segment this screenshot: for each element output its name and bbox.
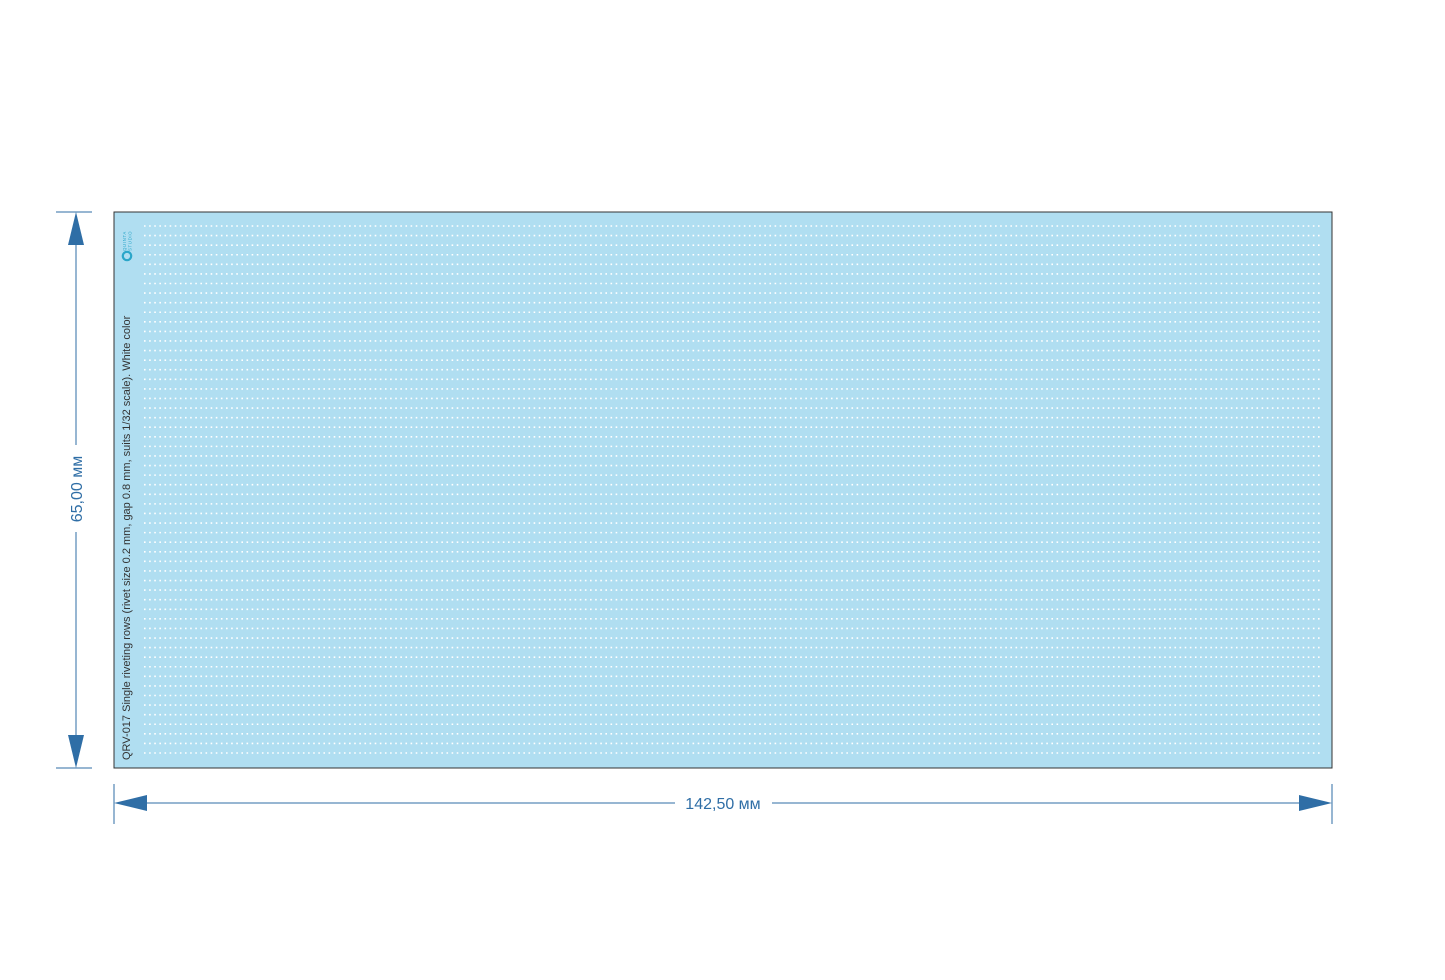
width-arrow-right-icon xyxy=(1299,795,1332,811)
height-label: 65,00 мм xyxy=(69,456,86,522)
logo-text-bottom: STUDIO xyxy=(128,231,133,251)
width-arrow-left-icon xyxy=(114,795,147,811)
height-arrow-up-icon xyxy=(68,212,84,245)
decal-sheet-drawing: QRV-017 Single riveting rows (rivet size… xyxy=(56,211,1333,824)
height-arrow-down-icon xyxy=(68,735,84,768)
width-label: 142,50 мм xyxy=(685,796,760,813)
logo-text-top: QUINTA xyxy=(122,231,127,251)
decal-sheet xyxy=(113,211,1333,769)
sheet-caption: QRV-017 Single riveting rows (rivet size… xyxy=(121,315,133,760)
